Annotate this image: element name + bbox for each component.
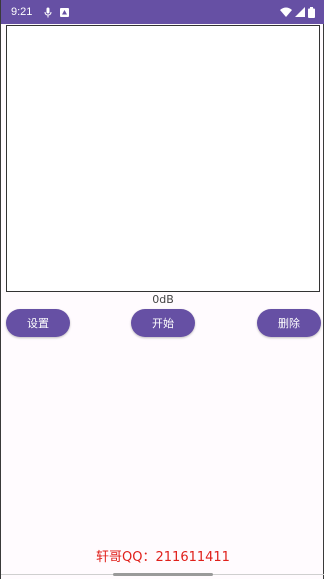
mic-icon <box>44 7 52 18</box>
delete-button[interactable]: 删除 <box>257 309 321 337</box>
signal-icon <box>295 7 305 17</box>
settings-button[interactable]: 设置 <box>6 309 70 337</box>
status-left-icons <box>44 7 70 18</box>
status-bar: 9:21 <box>1 0 324 24</box>
app-screen: 9:21 0dB 设置 开始 删除 轩哥QQ：211611411 <box>0 0 324 579</box>
start-button[interactable]: 开始 <box>131 309 195 337</box>
notification-icon <box>60 7 70 17</box>
status-right-icons <box>280 6 315 18</box>
contact-footer: 轩哥QQ：211611411 <box>96 550 230 565</box>
battery-icon <box>308 6 315 18</box>
db-level-readout: 0dB <box>152 293 174 306</box>
waveform-canvas[interactable] <box>6 25 320 292</box>
gesture-nav-handle[interactable] <box>113 573 213 576</box>
status-time: 9:21 <box>11 6 33 18</box>
wifi-icon <box>280 7 292 17</box>
